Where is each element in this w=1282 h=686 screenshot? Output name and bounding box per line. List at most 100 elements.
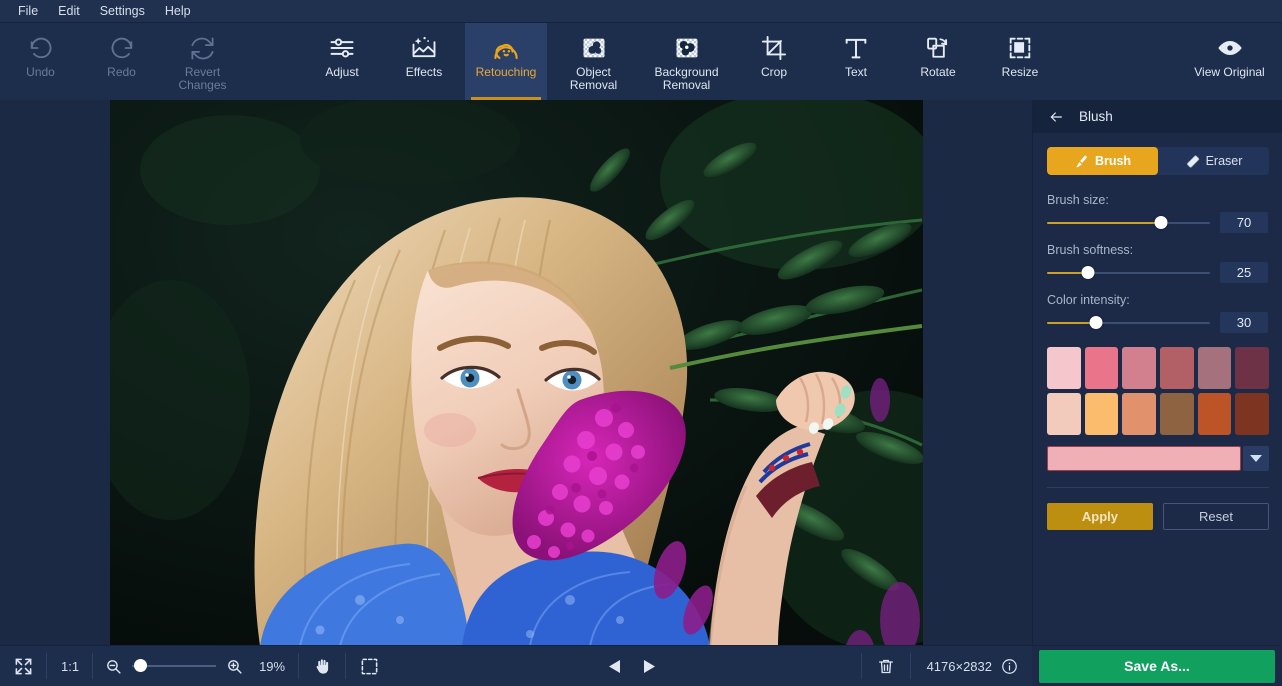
menu-edit[interactable]: Edit	[48, 1, 90, 21]
object-removal-icon	[580, 32, 608, 64]
zoom-out-icon[interactable]	[105, 658, 122, 675]
toolbar-undo-label: Undo	[26, 65, 55, 79]
toolbar-adjust[interactable]: Adjust	[301, 23, 383, 100]
menu-settings[interactable]: Settings	[90, 1, 155, 21]
color-swatch[interactable]	[1197, 393, 1232, 435]
info-icon[interactable]	[1001, 658, 1018, 675]
menu-help[interactable]: Help	[155, 1, 201, 21]
zoom-controls	[93, 646, 255, 686]
color-swatch[interactable]	[1122, 393, 1156, 435]
brush-softness-value[interactable]: 25	[1220, 262, 1268, 283]
save-as-button[interactable]: Save As...	[1039, 649, 1275, 683]
zoom-level-label: 19%	[255, 646, 300, 686]
panel-divider	[1047, 487, 1269, 488]
save-as-area: Save As...	[1032, 646, 1282, 686]
hand-tool-button[interactable]	[299, 646, 347, 686]
toolbar-undo[interactable]: Undo	[0, 23, 81, 100]
panel-title: Blush	[1079, 109, 1113, 124]
marquee-select-icon	[360, 657, 379, 676]
zoom-slider[interactable]	[132, 659, 217, 673]
toolbar-crop[interactable]: Crop	[733, 23, 815, 100]
toolbar-view-original-label: View Original	[1194, 65, 1265, 79]
photo-content	[110, 100, 923, 645]
brush-mode-label: Brush	[1094, 154, 1132, 168]
prev-triangle-icon	[608, 659, 622, 674]
eraser-mode-button[interactable]: Eraser	[1158, 147, 1269, 175]
color-swatch[interactable]	[1047, 347, 1081, 389]
delete-image-button[interactable]	[860, 646, 911, 686]
toolbar-rotate-label: Rotate	[920, 65, 956, 79]
slider-knob[interactable]	[1089, 315, 1103, 329]
color-intensity-slider[interactable]	[1047, 315, 1210, 330]
toolbar-background-removal[interactable]: Background Removal	[640, 23, 733, 100]
toolbar-redo[interactable]: Redo	[81, 23, 162, 100]
brush-softness-slider[interactable]	[1047, 265, 1210, 280]
rotate-icon	[924, 32, 952, 64]
main-toolbar: Undo Redo Revert Changes Adjust Effects …	[0, 23, 1282, 100]
one-to-one-button[interactable]: 1:1	[47, 646, 94, 686]
toolbar-effects[interactable]: Effects	[383, 23, 465, 100]
image-dimensions-label: 4176×2832	[926, 658, 992, 674]
eraser-icon	[1185, 154, 1200, 169]
toolbar-background-removal-label: Background Removal	[654, 65, 719, 92]
trash-icon	[877, 657, 895, 676]
brush-icon	[1074, 154, 1089, 169]
next-image-button[interactable]	[632, 646, 666, 686]
chevron-down-icon	[1250, 454, 1262, 463]
color-swatch-grid	[1047, 347, 1269, 435]
toolbar-rotate[interactable]: Rotate	[897, 23, 979, 100]
redo-icon	[108, 32, 136, 64]
edited-photo[interactable]	[110, 100, 923, 645]
zoom-in-icon[interactable]	[226, 658, 243, 675]
reset-button[interactable]: Reset	[1162, 503, 1269, 530]
toolbar-text-label: Text	[844, 65, 867, 79]
brush-size-value[interactable]: 70	[1220, 212, 1268, 233]
photo-illustration	[110, 100, 923, 645]
toolbar-effects-label: Effects	[405, 65, 443, 79]
next-triangle-icon	[642, 659, 656, 674]
color-dropdown-button[interactable]	[1243, 446, 1269, 471]
resize-icon	[1006, 32, 1034, 64]
toolbar-resize[interactable]: Resize	[979, 23, 1061, 100]
photo-editor-window: File Edit Settings Help Undo Redo Revert…	[0, 0, 1282, 686]
color-swatch[interactable]	[1197, 347, 1232, 389]
fit-to-screen-button[interactable]	[0, 646, 47, 686]
brush-softness-field: Brush softness: 25	[1047, 243, 1268, 283]
slider-knob[interactable]	[1081, 265, 1095, 279]
canvas-area[interactable]	[0, 100, 1032, 645]
back-arrow-icon[interactable]	[1047, 109, 1065, 125]
crop-icon	[760, 32, 788, 64]
color-swatch[interactable]	[1122, 347, 1156, 389]
undo-icon	[27, 32, 55, 64]
zoom-slider-knob[interactable]	[134, 659, 148, 672]
color-intensity-label: Color intensity:	[1047, 293, 1130, 307]
toolbar-view-original[interactable]: View Original	[1183, 23, 1276, 100]
prev-image-button[interactable]	[598, 646, 632, 686]
toolbar-retouching[interactable]: Retouching	[465, 23, 547, 100]
color-swatch[interactable]	[1160, 347, 1194, 389]
color-swatch[interactable]	[1084, 347, 1119, 389]
image-dimensions: 4176×2832	[911, 646, 1032, 686]
apply-button[interactable]: Apply	[1047, 503, 1153, 530]
revert-icon	[189, 32, 216, 64]
brush-size-slider[interactable]	[1047, 215, 1210, 230]
slider-knob[interactable]	[1154, 215, 1168, 229]
toolbar-text[interactable]: Text	[815, 23, 897, 100]
toolbar-crop-label: Crop	[760, 65, 787, 79]
menu-file[interactable]: File	[8, 1, 48, 21]
toolbar-revert-changes[interactable]: Revert Changes	[162, 23, 243, 100]
toolbar-redo-label: Redo	[107, 65, 136, 79]
brush-mode-button[interactable]: Brush	[1047, 147, 1158, 175]
color-swatch[interactable]	[1235, 393, 1269, 435]
toolbar-retouching-label: Retouching	[475, 65, 537, 79]
color-swatch[interactable]	[1235, 347, 1269, 389]
toolbar-object-removal[interactable]: Object Removal	[547, 23, 640, 100]
panel-body: Brush Eraser Brush size: 70 Brush softne…	[1033, 133, 1282, 645]
selected-color-bar[interactable]	[1047, 446, 1241, 471]
color-intensity-value[interactable]: 30	[1220, 312, 1268, 333]
color-swatch[interactable]	[1084, 393, 1119, 435]
right-panel: Blush Brush Eraser Brush size: 70 Brush …	[1032, 100, 1282, 645]
color-swatch[interactable]	[1047, 393, 1081, 435]
color-swatch[interactable]	[1160, 393, 1194, 435]
marquee-select-button[interactable]	[346, 646, 393, 686]
